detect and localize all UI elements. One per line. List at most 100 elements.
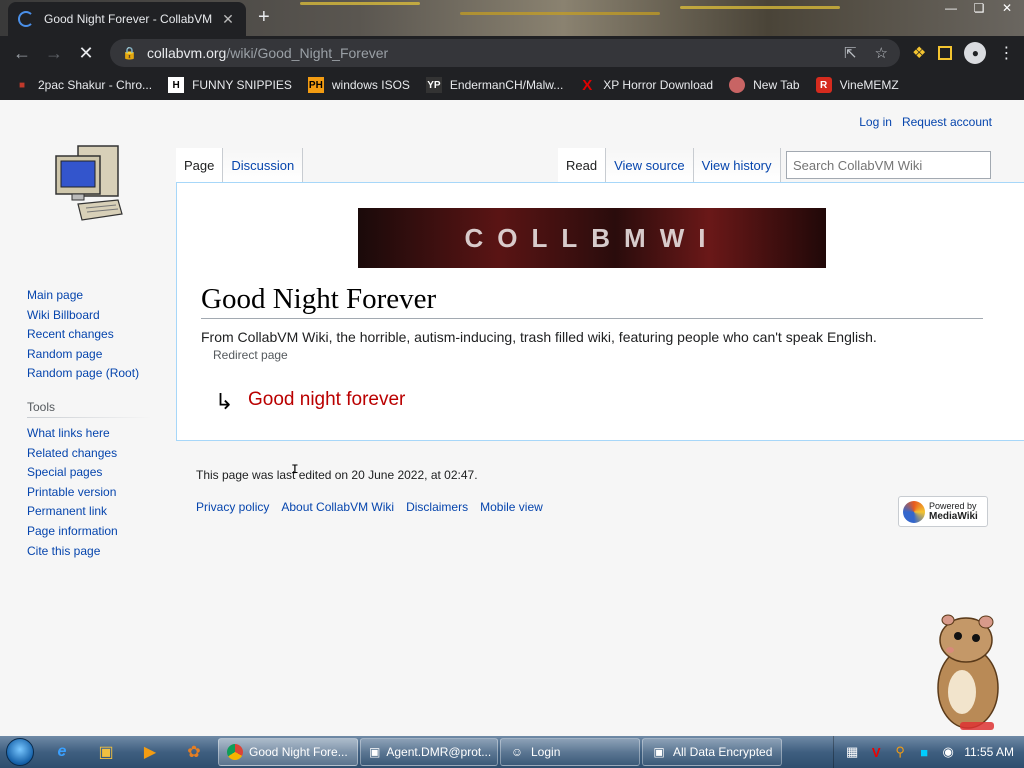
sidebar-item-cite-this-page[interactable]: Cite this page: [27, 544, 151, 564]
forward-arrow-icon[interactable]: →: [38, 37, 70, 69]
page-title: Good Night Forever: [201, 283, 983, 319]
stop-loading-icon[interactable]: ✕: [70, 37, 102, 69]
taskbar-item-all-data-encrypted[interactable]: ▣ All Data Encrypted: [642, 738, 782, 766]
tools-heading: Tools: [27, 399, 151, 418]
site-tagline: From CollabVM Wiki, the horrible, autism…: [201, 329, 877, 345]
paint-icon[interactable]: ✿: [172, 736, 216, 768]
disclaimers-link[interactable]: Disclaimers: [406, 500, 468, 514]
windows-orb-icon: [6, 738, 34, 766]
powered-by-mediawiki-badge[interactable]: Powered by MediaWiki: [898, 496, 988, 527]
powered-by-line2: MediaWiki: [929, 511, 978, 522]
user-icon: ☺: [510, 745, 524, 759]
sidebar-item-recent-changes[interactable]: Recent changes: [27, 327, 151, 347]
bookmark-funny-snippies[interactable]: H FUNNY SNIPPIES: [168, 77, 292, 93]
taskbar-item-agent-dmr[interactable]: ▣ Agent.DMR@prot...: [360, 738, 498, 766]
ph-logo-icon: PH: [307, 77, 324, 93]
sidebar-item-main-page[interactable]: Main page: [27, 288, 151, 308]
back-arrow-icon[interactable]: ←: [6, 37, 38, 69]
sidebar-item-printable-version[interactable]: Printable version: [27, 485, 151, 505]
article-content: COLLBMWI Good Night Forever From CollabV…: [176, 182, 1024, 441]
bookmark-label: EndermanCH/Malw...: [449, 78, 564, 92]
start-button[interactable]: [0, 736, 40, 768]
login-link[interactable]: Log in: [859, 115, 892, 129]
redirect-target-link[interactable]: Good night forever: [248, 389, 405, 411]
sidebar-item-page-information[interactable]: Page information: [27, 524, 151, 544]
close-window-icon[interactable]: ✕: [996, 0, 1018, 16]
sidebar-item-permanent-link[interactable]: Permanent link: [27, 504, 151, 524]
folder-icon[interactable]: ▣: [84, 736, 128, 768]
sidebar-item-wiki-billboard[interactable]: Wiki Billboard: [27, 308, 151, 328]
profile-avatar-icon[interactable]: ●: [964, 42, 987, 64]
window-icon: ▣: [369, 745, 381, 759]
namespace-tabs: Page Discussion: [176, 148, 304, 182]
sidebar-item-random-page[interactable]: Random page: [27, 347, 151, 367]
bookmark-vinememz[interactable]: R VineMEMZ: [815, 77, 899, 93]
bookmark-new-tab[interactable]: New Tab: [729, 77, 800, 93]
restore-icon[interactable]: ❏: [968, 0, 990, 16]
sidebar-item-random-page-root[interactable]: Random page (Root): [27, 366, 151, 386]
minimize-icon[interactable]: —: [940, 0, 962, 16]
extensions-puzzle-icon[interactable]: ❖: [912, 43, 926, 63]
url-path: /wiki/Good_Night_Forever: [226, 45, 389, 61]
tab-page[interactable]: Page: [176, 148, 224, 182]
taskbar-item-label: Good Night Fore...: [249, 745, 348, 759]
media-player-icon[interactable]: ▶: [128, 736, 172, 768]
red-x-icon: X: [582, 76, 593, 94]
wiki-search-input[interactable]: [786, 151, 991, 179]
puzzle-icon: ■: [18, 79, 26, 91]
about-link[interactable]: About CollabVM Wiki: [281, 500, 394, 514]
system-tray: ▦ V ⚲ ■ ◉ 11:55 AM: [833, 736, 1024, 768]
taskbar-item-login[interactable]: ☺ Login: [500, 738, 640, 766]
share-icon[interactable]: ⇱: [844, 44, 857, 62]
wiki-banner-image: COLLBMWI: [358, 208, 826, 268]
browser-tab[interactable]: Good Night Forever - CollabVM ✕: [8, 2, 246, 36]
kebab-menu-icon[interactable]: ⋮: [998, 43, 1014, 63]
side-panel-icon[interactable]: [938, 46, 953, 60]
redirect-note: Redirect page: [213, 348, 288, 362]
bookmark-star-icon[interactable]: ☆: [875, 44, 888, 62]
banner-text: COLLBMWI: [464, 222, 720, 253]
bookmark-label: VineMEMZ: [839, 78, 899, 92]
address-bar[interactable]: 🔒 collabvm.org/wiki/Good_Night_Forever ⇱…: [110, 39, 900, 67]
bookmark-xp-horror[interactable]: X XP Horror Download: [579, 76, 713, 94]
wiki-page: Log in Request account Page Discussion R…: [0, 100, 1024, 736]
bookmark-label: FUNNY SNIPPIES: [192, 78, 292, 92]
mediawiki-flower-icon: [903, 500, 925, 523]
bookmark-2pac[interactable]: ■ 2pac Shakur - Chro...: [14, 77, 152, 93]
close-tab-icon[interactable]: ✕: [220, 11, 236, 28]
tray-volume-icon[interactable]: ◉: [940, 744, 956, 760]
internet-explorer-icon[interactable]: e: [40, 736, 84, 768]
tab-read[interactable]: Read: [558, 148, 607, 182]
url-host: collabvm.org: [146, 45, 227, 61]
mobile-view-link[interactable]: Mobile view: [480, 500, 543, 514]
lock-icon[interactable]: 🔒: [122, 46, 137, 60]
taskbar-item-chrome[interactable]: Good Night Fore...: [218, 738, 358, 766]
sidebar-item-related-changes[interactable]: Related changes: [27, 446, 151, 466]
r-logo-icon: R: [815, 77, 832, 93]
h-logo-icon: H: [168, 77, 185, 93]
last-edited-info: This page was last edited on 20 June 202…: [196, 468, 478, 482]
powered-by-text: Powered by MediaWiki: [929, 501, 978, 522]
wallpaper-scribble: [300, 2, 420, 5]
sidebar-item-what-links-here[interactable]: What links here: [27, 426, 151, 446]
new-tab-button[interactable]: +: [258, 6, 270, 29]
tray-monitor-icon[interactable]: ■: [916, 744, 932, 760]
tab-discussion[interactable]: Discussion: [223, 148, 304, 182]
chrome-icon: [227, 744, 243, 760]
request-account-link[interactable]: Request account: [902, 115, 992, 129]
taskbar-clock[interactable]: 11:55 AM: [964, 745, 1014, 759]
taskbar-item-label: All Data Encrypted: [673, 745, 773, 759]
tray-app-icon[interactable]: ▦: [844, 744, 860, 760]
bookmark-endermanch[interactable]: YP EndermanCH/Malw...: [425, 77, 564, 93]
bookmark-windows-isos[interactable]: PH windows ISOS: [307, 77, 410, 93]
bonzi-hamster-desktop-pet-icon[interactable]: [920, 610, 1010, 736]
tray-v-icon[interactable]: V: [868, 744, 884, 760]
tab-view-source[interactable]: View source: [606, 148, 694, 182]
tray-search-icon[interactable]: ⚲: [892, 744, 908, 760]
sidebar-item-special-pages[interactable]: Special pages: [27, 465, 151, 485]
tab-view-history[interactable]: View history: [693, 148, 781, 182]
collabvm-computer-logo-icon[interactable]: [52, 142, 124, 222]
privacy-policy-link[interactable]: Privacy policy: [196, 500, 269, 514]
yp-logo-icon: YP: [425, 77, 442, 93]
window-icon: ▣: [653, 745, 665, 759]
